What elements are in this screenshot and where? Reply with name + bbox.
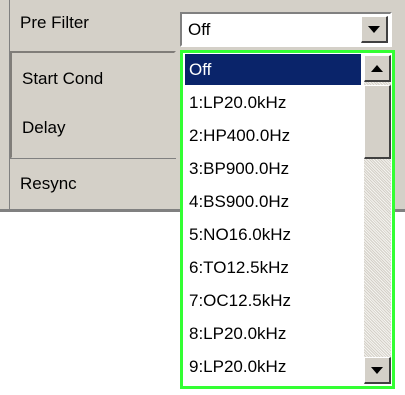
option-item[interactable]: 9:LP20.0kHz bbox=[185, 351, 361, 382]
option-item[interactable]: 1:LP20.0kHz bbox=[185, 87, 361, 118]
option-label: 7:OC12.5kHz bbox=[189, 290, 292, 310]
option-label: 4:BS900.0Hz bbox=[189, 191, 290, 211]
option-label: 8:LP20.0kHz bbox=[189, 323, 287, 343]
pre-filter-dropdown-list[interactable]: Off 1:LP20.0kHz 2:HP400.0Hz 3:BP900.0Hz … bbox=[180, 50, 395, 389]
option-label: 6:TO12.5kHz bbox=[189, 257, 289, 277]
pre-filter-label: Pre Filter bbox=[10, 0, 176, 46]
start-cond-label-text: Start Cond bbox=[22, 69, 104, 88]
panel-edge bbox=[0, 0, 10, 212]
vertical-scrollbar[interactable] bbox=[364, 55, 391, 384]
scroll-up-button[interactable] bbox=[364, 55, 391, 82]
option-list: Off 1:LP20.0kHz 2:HP400.0Hz 3:BP900.0Hz … bbox=[183, 53, 361, 386]
dropdown-toggle-button[interactable] bbox=[361, 16, 388, 43]
resync-label: Resync bbox=[10, 161, 176, 207]
scrollbar-thumb[interactable] bbox=[364, 85, 391, 159]
option-item[interactable]: 4:BS900.0Hz bbox=[185, 186, 361, 217]
option-item[interactable]: 7:OC12.5kHz bbox=[185, 285, 361, 316]
option-label: 9:LP20.0kHz bbox=[189, 356, 287, 376]
pre-filter-label-text: Pre Filter bbox=[20, 13, 89, 32]
option-label: 3:BP900.0Hz bbox=[189, 158, 290, 178]
option-item[interactable]: 3:BP900.0Hz bbox=[185, 153, 361, 184]
option-item[interactable]: 2:HP400.0Hz bbox=[185, 120, 361, 151]
chevron-down-icon bbox=[368, 25, 380, 33]
scroll-down-button[interactable] bbox=[364, 357, 391, 384]
chevron-up-icon bbox=[371, 64, 383, 72]
option-label: 2:HP400.0Hz bbox=[189, 125, 291, 145]
pre-filter-combobox[interactable]: Off bbox=[180, 12, 392, 47]
option-item[interactable]: 8:LP20.0kHz bbox=[185, 318, 361, 349]
option-item[interactable]: Off bbox=[185, 54, 361, 85]
delay-label: Delay bbox=[12, 105, 174, 151]
chevron-down-icon bbox=[371, 366, 383, 374]
option-label: Off bbox=[189, 59, 212, 79]
option-item[interactable]: 5:NO16.0kHz bbox=[185, 219, 361, 250]
resync-label-text: Resync bbox=[20, 174, 77, 193]
option-label: 1:LP20.0kHz bbox=[189, 92, 287, 112]
delay-label-text: Delay bbox=[22, 118, 66, 137]
start-cond-label: Start Cond bbox=[12, 56, 174, 102]
option-item[interactable]: 6:TO12.5kHz bbox=[185, 252, 361, 283]
option-label: 5:NO16.0kHz bbox=[189, 224, 292, 244]
pre-filter-value: Off bbox=[188, 19, 211, 39]
